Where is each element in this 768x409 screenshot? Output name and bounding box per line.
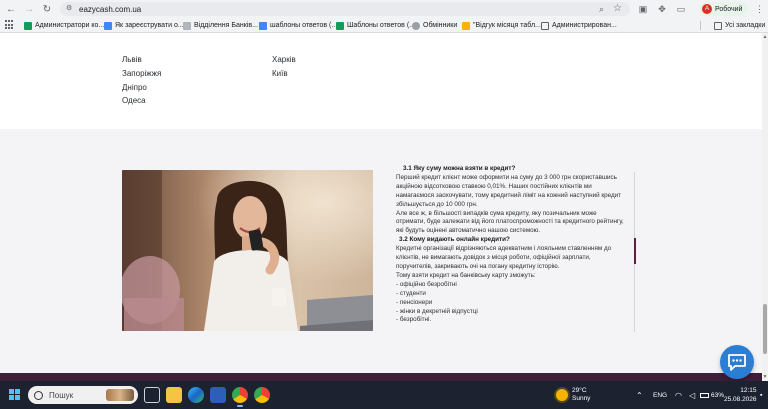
bookmark-item[interactable]: Администрирован... bbox=[541, 20, 617, 31]
faq-section: 3.1 Яку суму можна взяти в кредит? Перши… bbox=[0, 129, 762, 373]
edge-icon[interactable] bbox=[188, 387, 204, 403]
faq-scroll-thumb[interactable] bbox=[634, 238, 636, 264]
clock-time: 12:15 bbox=[740, 387, 757, 394]
sun-icon bbox=[556, 389, 568, 401]
browser-menu-icon[interactable]: ⋮ bbox=[755, 3, 764, 15]
sheet-icon bbox=[24, 21, 32, 30]
sidebar-icon[interactable]: ▭ bbox=[675, 3, 687, 15]
scroll-up-icon[interactable]: ▲ bbox=[762, 34, 768, 40]
bookmark-item[interactable]: Обмінники bbox=[412, 20, 457, 31]
all-bookmarks-button[interactable]: Усі закладки bbox=[714, 20, 765, 31]
bookmark-item[interactable]: Відділення Банків... bbox=[183, 20, 258, 31]
taskbar-search-input[interactable]: Пошук bbox=[28, 386, 138, 404]
doc-icon bbox=[104, 21, 112, 30]
weather-widget[interactable]: 29°C Sunny bbox=[556, 381, 590, 409]
address-bar[interactable]: ⚙ eazycash.com.ua ⌕ ☆ bbox=[60, 2, 630, 16]
faq-question-1[interactable]: 3.1 Яку суму можна взяти в кредит? bbox=[396, 165, 626, 174]
file-explorer-icon[interactable] bbox=[166, 387, 182, 403]
profile-name: Робочий bbox=[715, 5, 743, 13]
page-content: Львів Запоріжжя Дніпро Одеса Харків Київ bbox=[0, 33, 762, 381]
bookmark-item[interactable]: Шаблоны ответов (... bbox=[336, 20, 415, 31]
list-item: - пенсіонери bbox=[396, 298, 433, 306]
tray-chevron-icon[interactable]: ⌃ bbox=[636, 381, 643, 409]
list-item: - офіційно безробітні bbox=[396, 280, 457, 288]
clock-date: 25.08.2026 bbox=[724, 396, 757, 403]
page-scrollbar[interactable]: ▲ ▼ bbox=[762, 33, 768, 381]
search-highlight-image bbox=[106, 389, 134, 401]
search-placeholder: Пошук bbox=[49, 390, 74, 400]
bookmark-item[interactable]: "Відгук місяця табл... bbox=[462, 20, 541, 31]
city-link[interactable]: Львів bbox=[122, 55, 142, 64]
bookmark-item[interactable]: Як зареєструвати о... bbox=[104, 20, 184, 31]
avatar: А bbox=[702, 4, 712, 14]
search-icon bbox=[34, 390, 43, 400]
task-view-icon[interactable] bbox=[144, 387, 160, 403]
apps-grid-icon[interactable] bbox=[5, 20, 15, 30]
reload-icon[interactable]: ↻ bbox=[40, 2, 54, 16]
wifi-icon[interactable]: ◠ bbox=[675, 381, 682, 409]
weather-temp: 29°C bbox=[572, 387, 587, 394]
battery-percent: 63% bbox=[711, 391, 725, 399]
back-icon[interactable]: ← bbox=[4, 2, 18, 16]
forward-icon[interactable]: → bbox=[22, 2, 36, 16]
zoom-icon[interactable]: ⌕ bbox=[599, 4, 604, 14]
extension-icon[interactable]: ▣ bbox=[637, 3, 649, 15]
city-link[interactable]: Запоріжжя bbox=[122, 69, 161, 78]
city-link[interactable]: Одеса bbox=[122, 96, 146, 105]
bookmark-item[interactable]: Администратори ко... bbox=[24, 20, 104, 31]
bookmark-star-icon[interactable]: ☆ bbox=[613, 3, 622, 15]
city-link[interactable]: Харків bbox=[272, 55, 296, 64]
doc-icon bbox=[259, 21, 267, 30]
faq-answer-1-paragraph: Перший кредит клієнт може оформити на су… bbox=[396, 173, 622, 208]
battery-indicator[interactable]: 63% bbox=[700, 381, 724, 409]
city-link[interactable]: Дніпро bbox=[122, 83, 147, 92]
scroll-thumb[interactable] bbox=[763, 304, 767, 354]
vote-icon bbox=[462, 21, 470, 30]
list-item: - безробітні. bbox=[396, 316, 432, 324]
folder-icon bbox=[714, 21, 722, 30]
scroll-down-icon[interactable]: ▼ bbox=[762, 374, 768, 380]
chat-button[interactable] bbox=[720, 345, 754, 379]
faq-question-2[interactable]: 3.2 Кому видають онлайн кредити? bbox=[396, 236, 626, 245]
chrome-profile-icon[interactable] bbox=[254, 387, 270, 403]
language-indicator[interactable]: ENG bbox=[653, 381, 667, 409]
faq-answer-2-paragraph: Кредитні організації відрізняються адекв… bbox=[396, 245, 612, 270]
profile-button[interactable]: А Робочий bbox=[700, 2, 748, 16]
folder-icon bbox=[541, 21, 549, 30]
windows-taskbar: Пошук 29°C Sunny ⌃ ENG ◠ ◁ 63% 12:15 25.… bbox=[0, 381, 768, 409]
volume-icon[interactable]: ◁ bbox=[689, 381, 695, 409]
battery-icon bbox=[700, 392, 709, 398]
windows-start-icon[interactable] bbox=[9, 389, 21, 401]
woman-with-phone-photo bbox=[122, 170, 373, 331]
faq-answer-1-paragraph: Але все ж, в більшості випадків сума кре… bbox=[396, 209, 624, 235]
weather-desc: Sunny bbox=[572, 395, 591, 402]
notifications-icon[interactable]: ▪ bbox=[760, 381, 762, 409]
bookmarks-bar: Администратори ко... Як зареєструвати о.… bbox=[0, 18, 768, 33]
sheet-icon bbox=[336, 21, 344, 30]
city-link[interactable]: Київ bbox=[272, 69, 288, 78]
bank-icon bbox=[183, 21, 191, 30]
chrome-icon[interactable] bbox=[232, 387, 248, 407]
clock[interactable]: 12:15 25.08.2026 bbox=[724, 381, 757, 409]
globe-icon bbox=[412, 21, 420, 30]
site-info-icon[interactable]: ⚙ bbox=[66, 5, 74, 13]
faq-text: 3.1 Яку суму можна взяти в кредит? Перши… bbox=[396, 165, 626, 325]
extensions-puzzle-icon[interactable]: ✥ bbox=[656, 3, 668, 15]
url-text: eazycash.com.ua bbox=[79, 4, 142, 14]
list-item: - студенти bbox=[396, 289, 426, 297]
store-icon[interactable] bbox=[210, 387, 226, 403]
bookmarks-separator bbox=[700, 21, 701, 30]
footer-strip bbox=[0, 373, 762, 381]
chat-bubble-icon bbox=[728, 354, 746, 371]
faq-answer-2-paragraph: Тому взяти кредит на банківську карту зм… bbox=[396, 271, 536, 279]
bookmark-item[interactable]: шаблоны ответов (... bbox=[259, 20, 337, 31]
browser-toolbar: ← → ↻ ⚙ eazycash.com.ua ⌕ ☆ ▣ ✥ ▭ А Робо… bbox=[0, 0, 768, 18]
